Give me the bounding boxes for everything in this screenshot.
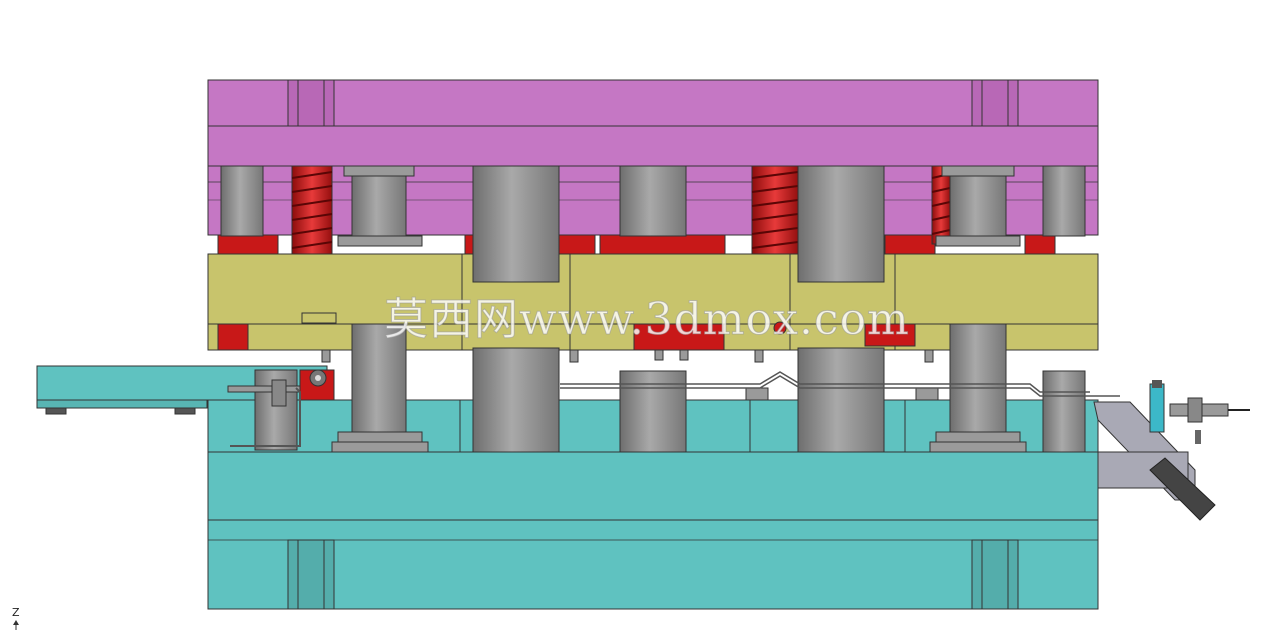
- lower-die-base: [207, 519, 1099, 610]
- drawing-canvas: 莫西网www.3dmox.com Z: [0, 0, 1265, 630]
- guide-bushing-upper-left: [287, 79, 335, 127]
- guide-bushing-lower-right: [971, 539, 1019, 610]
- guide-bushing-upper-right: [971, 79, 1019, 127]
- spring-center: [751, 165, 799, 257]
- lower-die-shoe: [207, 451, 1099, 521]
- spring-left: [291, 165, 333, 257]
- axis-z-label: Z: [12, 606, 20, 619]
- upper-die-plate-middle: [207, 125, 1099, 167]
- upper-die-plate-top: [207, 79, 1099, 127]
- lower-die-set: [36, 365, 1099, 610]
- die-assembly-drawing: [13, 79, 1250, 630]
- stripper-plate-main: [207, 253, 1099, 325]
- axis-triad: [13, 620, 19, 630]
- right-sensor-bracket: [1093, 380, 1250, 521]
- spring-right: [931, 165, 951, 245]
- guide-bushing-lower-left: [287, 539, 335, 610]
